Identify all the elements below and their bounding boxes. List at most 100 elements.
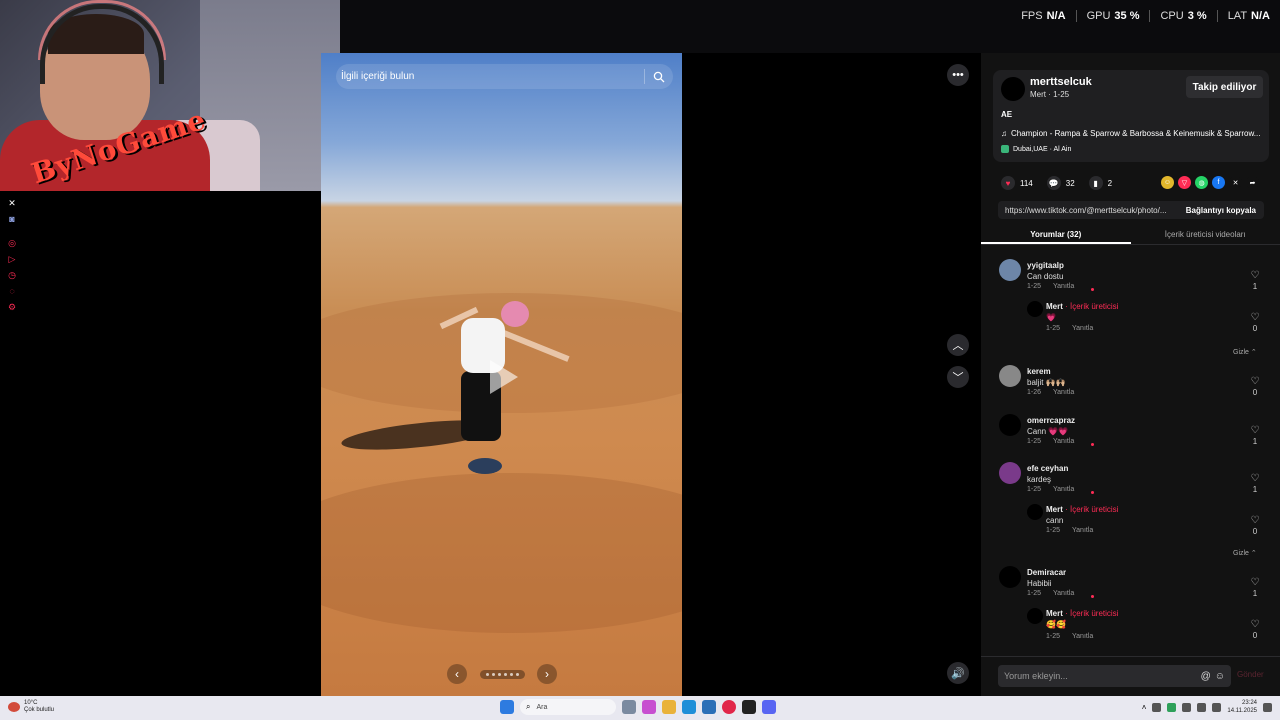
heart-outline-icon[interactable]: ♡ bbox=[1251, 473, 1260, 484]
obs-icon[interactable] bbox=[742, 700, 756, 714]
chevron-right-icon[interactable]: › bbox=[537, 664, 557, 684]
mention-icon[interactable]: @ bbox=[1201, 671, 1211, 682]
carousel-dot[interactable] bbox=[497, 672, 501, 676]
chevron-down-icon[interactable]: ﹀ bbox=[947, 366, 969, 388]
avatar[interactable] bbox=[1001, 77, 1025, 101]
chevron-left-icon[interactable]: ‹ bbox=[447, 664, 467, 684]
avatar[interactable] bbox=[999, 365, 1021, 387]
comment-stat[interactable]: 💬 32 bbox=[1046, 176, 1075, 190]
opera-icon[interactable] bbox=[722, 700, 736, 714]
avatar[interactable] bbox=[999, 566, 1021, 588]
tray-app-icon[interactable] bbox=[1152, 702, 1162, 712]
comment-author[interactable]: efe ceyhan bbox=[1027, 464, 1068, 473]
comment-like[interactable]: ♡ 1 bbox=[1249, 473, 1261, 494]
avatar[interactable] bbox=[1027, 608, 1043, 624]
following-button[interactable]: Takip ediliyor bbox=[1186, 76, 1263, 98]
tab-comments[interactable]: Yorumlar (32) bbox=[981, 227, 1131, 244]
reply-button[interactable]: Yanıtla bbox=[1053, 590, 1074, 597]
avatar[interactable] bbox=[1027, 504, 1043, 520]
music-link[interactable]: ♫ Champion - Rampa & Sparrow & Barbossa &… bbox=[1001, 129, 1263, 138]
bookmark-icon[interactable]: ▮ bbox=[1088, 176, 1103, 190]
avatar[interactable] bbox=[1027, 301, 1043, 317]
hide-replies-button[interactable]: Gizle ⌃ bbox=[1233, 348, 1257, 356]
search-bar[interactable]: İlgili içeriği bulun bbox=[336, 64, 673, 89]
send-button[interactable]: Gönder bbox=[1237, 670, 1264, 679]
copy-link-button[interactable]: Bağlantıyı kopyala bbox=[1178, 206, 1264, 215]
facebook-icon[interactable]: f bbox=[1212, 176, 1225, 189]
whatsapp-icon[interactable]: ◍ bbox=[1195, 176, 1208, 189]
reply-button[interactable]: Yanıtla bbox=[1072, 633, 1093, 640]
comment-like[interactable]: ♡ 0 bbox=[1249, 619, 1261, 640]
file-explorer-icon[interactable] bbox=[662, 700, 676, 714]
comment-like[interactable]: ♡ 0 bbox=[1249, 515, 1261, 536]
tab-creator-videos[interactable]: İçerik üreticisi videoları bbox=[1131, 227, 1280, 244]
play-icon[interactable] bbox=[490, 360, 518, 394]
comment-author[interactable]: Mert · İçerik üreticisi bbox=[1046, 302, 1118, 311]
taskbar-clock[interactable]: 23:24 14.11.2025 bbox=[1227, 699, 1257, 715]
author-username[interactable]: merttselcuk bbox=[1030, 76, 1092, 88]
comment-placeholder[interactable]: Yorum ekleyin... bbox=[1004, 671, 1197, 681]
avatar[interactable] bbox=[999, 462, 1021, 484]
store-icon[interactable] bbox=[702, 700, 716, 714]
x-share-icon[interactable]: ✕ bbox=[1229, 176, 1242, 189]
carousel-dot[interactable] bbox=[485, 672, 489, 676]
reply-button[interactable]: Yanıtla bbox=[1072, 325, 1093, 332]
chevron-up-icon[interactable]: ˄ bbox=[1142, 703, 1147, 712]
heart-outline-icon[interactable]: ♡ bbox=[1251, 376, 1260, 387]
like-stat[interactable]: ♥ 114 bbox=[1001, 176, 1033, 190]
heart-outline-icon[interactable]: ♡ bbox=[1251, 312, 1260, 323]
heart-icon[interactable]: ♥ bbox=[1001, 176, 1015, 190]
comment-like[interactable]: ♡ 1 bbox=[1249, 270, 1261, 291]
reply-button[interactable]: Yanıtla bbox=[1072, 527, 1093, 534]
windows-start-icon[interactable] bbox=[500, 700, 514, 714]
avatar[interactable] bbox=[999, 414, 1021, 436]
search-input[interactable]: İlgili içeriği bulun bbox=[341, 71, 636, 82]
save-stat[interactable]: ▮ 2 bbox=[1088, 176, 1112, 190]
emoji-share-icon[interactable]: ☺ bbox=[1161, 176, 1174, 189]
tray-app-icon[interactable] bbox=[1167, 702, 1177, 712]
comment-input[interactable]: Yorum ekleyin... @ ☺ bbox=[998, 665, 1231, 687]
search-icon[interactable] bbox=[653, 71, 665, 83]
chevron-up-icon[interactable]: ︿ bbox=[947, 334, 969, 356]
copilot-icon[interactable] bbox=[642, 700, 656, 714]
comment-like[interactable]: ♡ 1 bbox=[1249, 577, 1261, 598]
comment-author[interactable]: Mert · İçerik üreticisi bbox=[1046, 609, 1118, 618]
carousel-dot[interactable] bbox=[491, 672, 495, 676]
reply-button[interactable]: Yanıtla bbox=[1053, 283, 1074, 290]
notification-icon[interactable] bbox=[1263, 702, 1272, 712]
comment-like[interactable]: ♡ 1 bbox=[1249, 425, 1261, 446]
edge-icon[interactable] bbox=[682, 700, 696, 714]
heart-outline-icon[interactable]: ♡ bbox=[1251, 515, 1260, 526]
comment-like[interactable]: ♡ 0 bbox=[1249, 376, 1261, 397]
comment-like[interactable]: ♡ 0 bbox=[1249, 312, 1261, 333]
heart-outline-icon[interactable]: ♡ bbox=[1251, 577, 1260, 588]
carousel-dot[interactable] bbox=[515, 672, 519, 676]
teams-icon[interactable] bbox=[762, 700, 776, 714]
reply-button[interactable]: Yanıtla bbox=[1053, 486, 1074, 493]
hide-replies-button[interactable]: Gizle ⌃ bbox=[1233, 549, 1257, 557]
comment-author[interactable]: Demiracar bbox=[1027, 568, 1066, 577]
comment-author[interactable]: Mert · İçerik üreticisi bbox=[1046, 505, 1118, 514]
share-arrow-icon[interactable]: ➦ bbox=[1246, 176, 1259, 189]
speaker-icon[interactable] bbox=[1212, 702, 1222, 712]
taskbar-search[interactable]: ⌕ Ara bbox=[520, 699, 616, 715]
avatar[interactable] bbox=[999, 259, 1021, 281]
carousel-dot[interactable] bbox=[509, 672, 513, 676]
volume-icon[interactable]: 🔊 bbox=[947, 662, 969, 684]
carousel-dot[interactable] bbox=[503, 672, 507, 676]
emoji-icon[interactable]: ☺ bbox=[1215, 671, 1225, 682]
location-link[interactable]: Dubai,UAE · Al Ain bbox=[1001, 145, 1071, 153]
heart-outline-icon[interactable]: ♡ bbox=[1251, 270, 1260, 281]
comment-icon[interactable]: 💬 bbox=[1046, 176, 1061, 190]
tray-app-icon[interactable] bbox=[1182, 702, 1192, 712]
heart-outline-icon[interactable]: ♡ bbox=[1251, 425, 1260, 436]
comment-author[interactable]: kerem bbox=[1027, 367, 1051, 376]
task-view-icon[interactable] bbox=[622, 700, 636, 714]
weather-widget[interactable]: 10°C Çok bulutlu bbox=[8, 700, 54, 714]
send-share-icon[interactable]: ▽ bbox=[1178, 176, 1191, 189]
wifi-icon[interactable] bbox=[1197, 702, 1207, 712]
reply-button[interactable]: Yanıtla bbox=[1053, 438, 1074, 445]
comment-author[interactable]: omerrcapraz bbox=[1027, 416, 1075, 425]
more-options-icon[interactable]: ••• bbox=[947, 64, 969, 86]
reply-button[interactable]: Yanıtla bbox=[1053, 389, 1074, 396]
